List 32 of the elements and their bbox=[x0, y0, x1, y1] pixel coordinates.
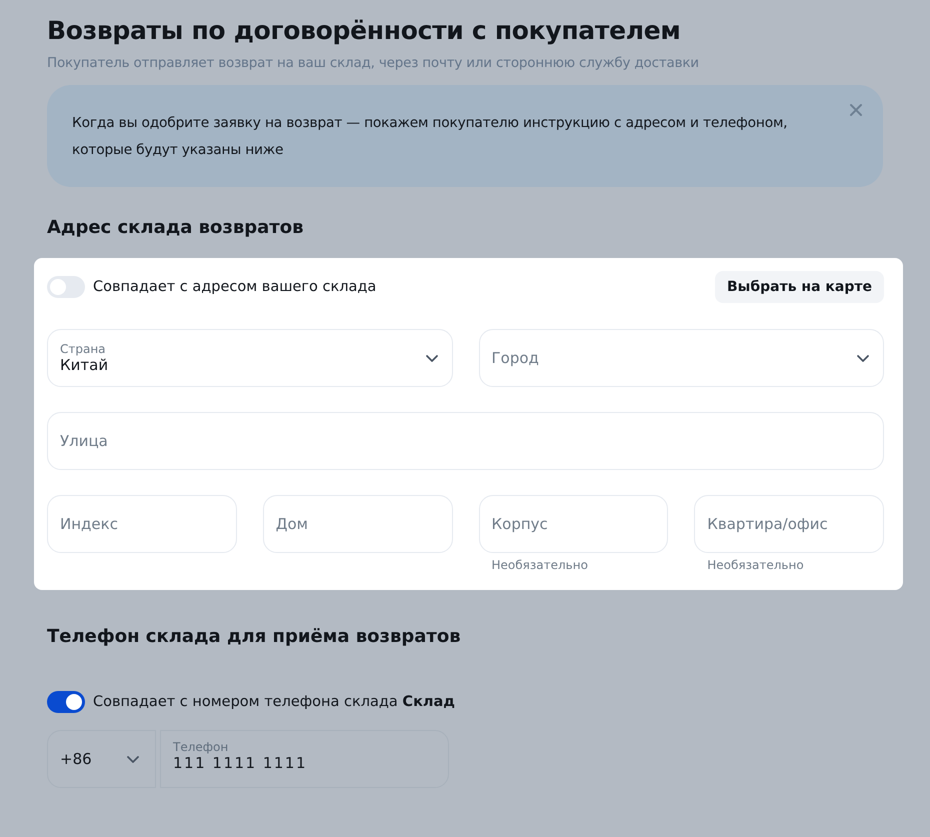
field-hint: Необязательно bbox=[706, 558, 805, 572]
input-field[interactable]: Дом bbox=[262, 495, 452, 553]
select-field[interactable]: Страна Китай bbox=[47, 329, 452, 387]
banner-text: Когда вы одобрите заявку на возврат — покажем покупателю инструкцию с адресом и телефоном, которые будут указаны ниже bbox=[72, 115, 788, 158]
field-placeholder: Город bbox=[492, 349, 540, 367]
field-value: 111 1111 1111 bbox=[173, 754, 308, 772]
field-placeholder: Улица bbox=[60, 432, 109, 450]
toggle-label: Совпадает с адресом вашего склада bbox=[93, 279, 376, 295]
page-subtitle: Покупатель отправляет возврат на ваш склад, через почту или стороннюю службу доставки bbox=[47, 55, 700, 71]
field-label: Телефон bbox=[173, 740, 230, 754]
input-field[interactable]: Индекс bbox=[47, 495, 237, 553]
toggle-label: Совпадает с номером телефона склада Склад bbox=[93, 694, 456, 710]
toggle-switch[interactable] bbox=[47, 691, 85, 713]
field-hint: Необязательно bbox=[490, 558, 589, 572]
field-placeholder: Квартира/офис bbox=[707, 515, 829, 533]
field-placeholder: Дом bbox=[276, 515, 309, 533]
toggle-switch[interactable] bbox=[47, 276, 85, 298]
input-field[interactable]: Квартира/офис bbox=[694, 495, 884, 553]
close-icon[interactable] bbox=[849, 103, 863, 117]
phone-field[interactable]: Телефон 111 1111 1111 bbox=[160, 730, 449, 788]
input-field[interactable]: Корпус bbox=[478, 495, 668, 553]
map-button[interactable]: Выбрать на карте bbox=[715, 271, 884, 303]
input-field[interactable]: Улица bbox=[47, 412, 884, 470]
select-field[interactable]: Город bbox=[478, 329, 884, 387]
field-label: Страна bbox=[60, 342, 107, 356]
section-title: Телефон склада для приёма возвратов bbox=[47, 626, 462, 647]
country-code-select[interactable]: +86 bbox=[47, 730, 156, 788]
field-value: Китай bbox=[60, 356, 110, 374]
field-placeholder: Корпус bbox=[492, 515, 549, 533]
section-title: Адрес склада возвратов bbox=[47, 217, 304, 238]
field-placeholder: Индекс bbox=[60, 515, 119, 533]
page-title: Возвраты по договорённости с покупателем bbox=[47, 16, 682, 45]
